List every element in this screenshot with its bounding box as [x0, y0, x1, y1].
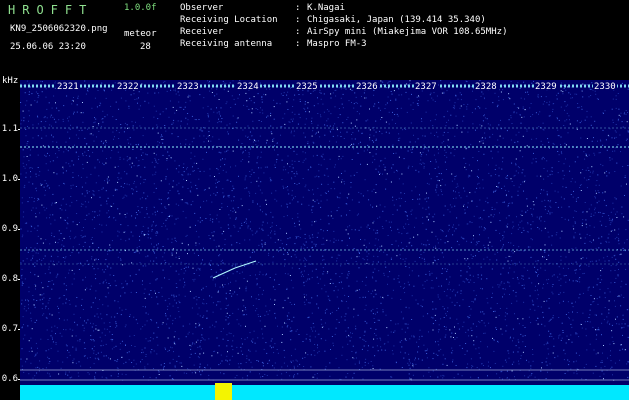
info-separator: :	[295, 15, 301, 25]
minute-label: 2322	[117, 82, 139, 92]
minute-marker: 2330	[593, 81, 617, 92]
info-location: Receiving Location: Chigasaki, Japan (139…	[180, 15, 486, 25]
minute-label: 2326	[356, 82, 378, 92]
minute-marker: 2321	[56, 81, 80, 92]
file-name: KN9_2506062320.png	[10, 24, 108, 34]
info-value: Maspro FM-3	[307, 39, 367, 49]
frequency-unit: kHz	[2, 76, 19, 86]
info-value: AirSpy mini (Miakejima VOR 108.65MHz)	[307, 27, 508, 37]
minute-label: 2329	[535, 82, 557, 92]
minute-marker: 2326	[355, 81, 379, 92]
info-receiver: Receiver: AirSpy mini (Miakejima VOR 108.…	[180, 27, 507, 37]
info-separator: :	[295, 39, 301, 49]
minute-label: 2324	[237, 82, 259, 92]
minute-marker: 2322	[116, 81, 140, 92]
minute-marker: 2329	[534, 81, 558, 92]
info-label: Observer	[180, 3, 224, 13]
y-axis-label: 0.7	[1, 324, 18, 334]
minute-label: 2327	[415, 82, 437, 92]
y-axis-label: 1.0	[1, 174, 18, 184]
info-antenna: Receiving antenna: Maspro FM-3	[180, 39, 367, 49]
minute-marker: 2323	[176, 81, 200, 92]
meteor-count: 28	[140, 42, 151, 52]
app-version: 1.0.0f	[124, 3, 157, 13]
signal-burst	[215, 383, 232, 400]
y-axis-label: 0.8	[1, 274, 18, 284]
minute-marker: 2327	[414, 81, 438, 92]
minute-label: 2323	[177, 82, 199, 92]
spectrogram: 2321 2322 2323 2324 2325 2326 2327 2328 …	[20, 80, 629, 400]
minute-marker: 2328	[474, 81, 498, 92]
info-value: K.Nagai	[307, 3, 345, 13]
minute-label: 2328	[475, 82, 497, 92]
app-brand: HROFFT	[8, 3, 94, 17]
minute-label: 2330	[594, 82, 616, 92]
info-label: Receiving antenna	[180, 39, 273, 49]
info-observer: Observer: K.Nagai	[180, 3, 345, 13]
bottom-band	[20, 385, 629, 400]
minute-label: 2325	[296, 82, 318, 92]
detection-mode: meteor	[124, 29, 157, 39]
info-label: Receiver	[180, 27, 224, 37]
minute-label: 2321	[57, 82, 79, 92]
y-axis-label: 1.1	[1, 124, 18, 134]
info-separator: :	[295, 27, 301, 37]
capture-datetime: 25.06.06 23:20	[10, 42, 86, 52]
minute-marker: 2325	[295, 81, 319, 92]
y-axis-label: 0.9	[1, 224, 18, 234]
minute-marker: 2324	[236, 81, 260, 92]
info-label: Receiving Location	[180, 15, 278, 25]
info-value: Chigasaki, Japan (139.414 35.340)	[307, 15, 486, 25]
info-separator: :	[295, 3, 301, 13]
y-axis-label: 0.6	[1, 374, 18, 384]
